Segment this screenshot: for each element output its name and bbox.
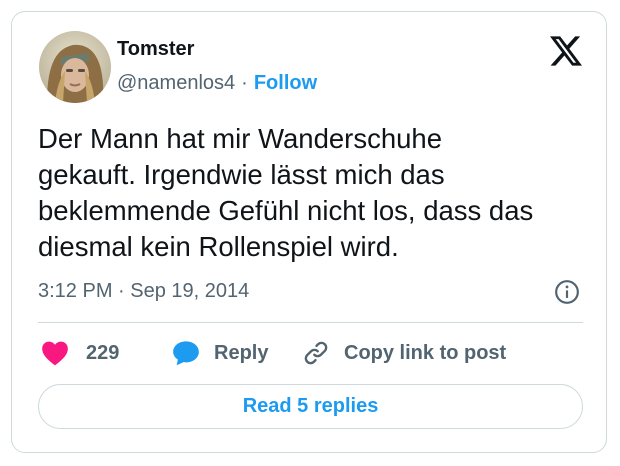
reply-label: Reply (214, 341, 269, 364)
author-handle-row: @namenlos4 · Follow (117, 72, 317, 95)
follow-button[interactable]: Follow (254, 72, 317, 94)
divider (38, 322, 583, 323)
tweet-timestamp[interactable]: 3:12 PM · Sep 19, 2014 (38, 280, 249, 303)
action-bar: 229 Reply Copy link to post (38, 337, 598, 369)
read-replies-button[interactable]: Read 5 replies (38, 384, 583, 429)
avatar[interactable] (39, 31, 111, 103)
author-handle[interactable]: @namenlos4 (117, 72, 235, 94)
author-name[interactable]: Tomster (117, 38, 194, 61)
like-button[interactable]: 229 (41, 337, 119, 369)
speech-bubble-icon (173, 341, 199, 366)
tweet-card: Tomster @namenlos4 · Follow Der Mann hat m… (11, 11, 607, 453)
avatar-image (39, 31, 111, 103)
link-icon (304, 341, 328, 365)
like-count: 229 (86, 341, 120, 364)
info-icon[interactable] (554, 279, 580, 305)
heart-icon (42, 341, 68, 366)
copy-link-button[interactable]: Copy link to post (302, 337, 506, 369)
tweet-text: Der Mann hat mir Wanderschuhe gekauft. I… (38, 123, 534, 262)
copy-link-label: Copy link to post (344, 341, 507, 364)
x-logo-icon[interactable] (550, 36, 582, 66)
reply-button[interactable]: Reply (172, 337, 268, 369)
separator-dot: · (241, 72, 248, 94)
